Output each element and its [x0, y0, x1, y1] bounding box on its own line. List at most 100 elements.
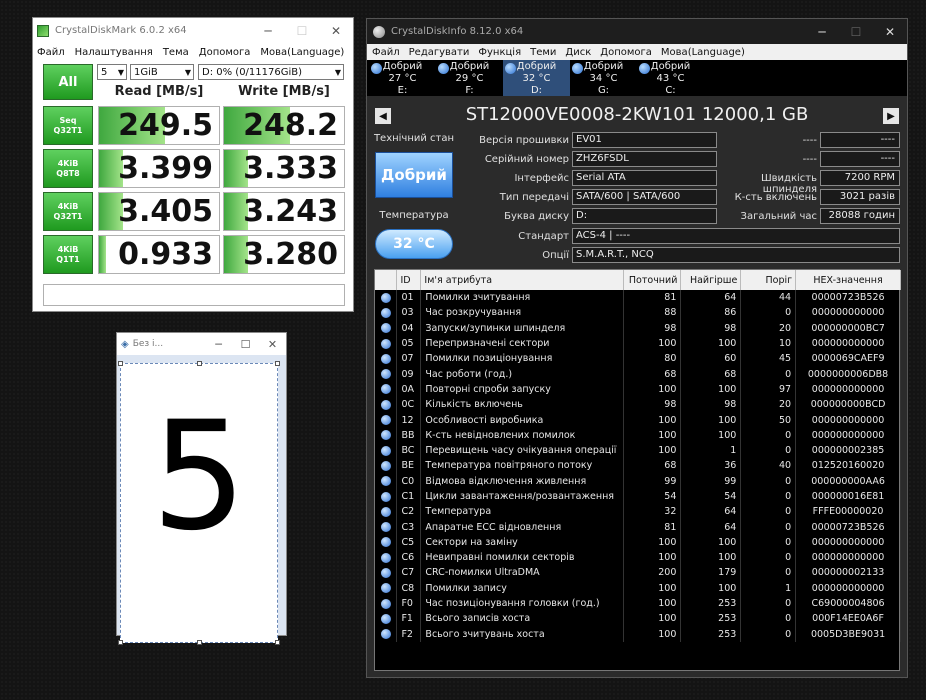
smart-row[interactable]: BC Перевищень часу очікування операції 100…: [375, 442, 901, 459]
cdm-comment-field[interactable]: [43, 284, 345, 306]
attr-id: C3: [396, 519, 422, 535]
smart-row[interactable]: 09 Час роботи (год.) 68 68 0 0000000006DB8: [375, 366, 901, 382]
smart-row[interactable]: F1 Всього записів хоста 100 253 0 000F14EE0A6…: [375, 611, 901, 627]
test-label-queue: Q32T1: [53, 125, 83, 135]
test-button[interactable]: 4KiB Q32T1: [43, 192, 93, 231]
status-good-icon: [380, 567, 391, 578]
smart-row[interactable]: 05 Перепризначені сектори 100 100 10 00000000…: [375, 335, 901, 352]
smart-row[interactable]: C2 Температура 32 64 0 FFFE00000020: [375, 504, 901, 520]
menu-file[interactable]: Файл: [372, 47, 400, 58]
smart-row[interactable]: 04 Запуски/зупинки шпинделя 98 98 20 00000000…: [375, 320, 901, 336]
resize-handle[interactable]: [197, 361, 202, 366]
resize-handle[interactable]: [275, 640, 280, 645]
attr-current: 68: [623, 366, 682, 382]
resize-handle[interactable]: [118, 640, 123, 645]
attr-raw-hex: 000000000000: [795, 580, 901, 596]
resize-handle[interactable]: [275, 361, 280, 366]
minimize-icon[interactable]: ─: [251, 18, 285, 43]
paint-canvas[interactable]: 5: [118, 361, 280, 645]
smart-row[interactable]: BE Температура повітряного потоку 68 36 40 01…: [375, 458, 901, 474]
drive-selector-bar: Добрий 27 °C E: Добрий 29 °C F: Добрий 3…: [367, 60, 907, 96]
next-disk-arrow-icon[interactable]: ▶: [883, 108, 899, 124]
interface-field: Serial ATA: [572, 170, 717, 186]
attr-name: Відмова відключення живлення: [420, 473, 625, 489]
attr-threshold: 0: [740, 442, 797, 459]
close-icon[interactable]: ✕: [319, 18, 353, 43]
smart-row[interactable]: F2 Всього зчитувань хоста 100 253 0 0005D3BE9…: [375, 626, 901, 642]
attr-worst: 64: [680, 519, 742, 535]
menu-edit[interactable]: Редагувати: [409, 47, 470, 58]
smart-row[interactable]: 0A Повторні спроби запуску 100 100 97 0000000…: [375, 381, 901, 398]
drive-button-e[interactable]: Добрий 27 °C E:: [369, 60, 436, 96]
features-field: S.M.A.R.T., NCQ: [572, 247, 900, 263]
drive-button-c[interactable]: Добрий 43 °C C:: [637, 60, 704, 96]
menu-language[interactable]: Мова(Language): [260, 47, 344, 58]
attr-worst: 60: [680, 351, 742, 367]
attr-id: C1: [396, 488, 422, 505]
test-size-select[interactable]: 1GiB ▼: [130, 64, 194, 80]
menu-help[interactable]: Допомога: [600, 47, 652, 58]
cdi-titlebar[interactable]: CrystalDiskInfo 8.12.0 x64 ─ ☐ ✕: [367, 19, 907, 44]
maximize-icon[interactable]: ☐: [232, 333, 259, 355]
smart-row[interactable]: 12 Особливості виробника 100 100 50 000000000…: [375, 412, 901, 428]
smart-row[interactable]: C3 Апаратне ECC відновлення 81 64 0 00000723B…: [375, 519, 901, 535]
menu-function[interactable]: Функція: [478, 47, 521, 58]
close-icon[interactable]: ✕: [873, 19, 907, 44]
cdm-titlebar[interactable]: CrystalDiskMark 6.0.2 x64 ─ ☐ ✕: [33, 18, 353, 43]
read-result: 3.405: [98, 192, 220, 231]
crystaldiskinfo-app-icon: [373, 25, 385, 38]
smart-row[interactable]: 0C Кількість включень 98 98 20 000000000BCD: [375, 397, 901, 413]
smart-attributes-table[interactable]: ID Ім'я атрибута Поточний Найгірше Поріг…: [374, 269, 901, 671]
menu-settings[interactable]: Налаштування: [75, 47, 153, 58]
previous-disk-arrow-icon[interactable]: ◀: [375, 108, 391, 124]
resize-handle[interactable]: [118, 361, 123, 366]
smart-row[interactable]: C5 Сектори на заміну 100 100 0 000000000000: [375, 534, 901, 551]
minimize-icon[interactable]: ─: [805, 19, 839, 44]
smart-row[interactable]: C0 Відмова відключення живлення 99 99 0 00000…: [375, 473, 901, 489]
test-button[interactable]: 4KiB Q1T1: [43, 235, 93, 274]
smart-row[interactable]: 03 Час розкручування 88 86 0 000000000000: [375, 305, 901, 321]
header-worst[interactable]: Найгірше: [680, 270, 742, 290]
menu-theme[interactable]: Теми: [530, 47, 556, 58]
smart-row[interactable]: C8 Помилки запису 100 100 1 000000000000: [375, 580, 901, 596]
drive-temp: 43 °C: [656, 73, 685, 84]
health-status-button[interactable]: Добрий: [375, 152, 453, 198]
status-good-icon: [380, 338, 391, 349]
menu-language[interactable]: Мова(Language): [661, 47, 745, 58]
attr-worst: 99: [680, 473, 742, 489]
close-icon[interactable]: ✕: [259, 333, 286, 355]
smart-row[interactable]: BB К-сть невідновлених помилок 100 100 0 0000…: [375, 427, 901, 443]
minimize-icon[interactable]: ─: [205, 333, 232, 355]
smart-row[interactable]: F0 Час позиціонування головки (год.) 100 25…: [375, 595, 901, 612]
menu-theme[interactable]: Тема: [163, 47, 189, 58]
test-button[interactable]: Seq Q32T1: [43, 106, 93, 145]
run-all-button[interactable]: All: [43, 64, 93, 100]
test-button[interactable]: 4KiB Q8T8: [43, 149, 93, 188]
menu-disk[interactable]: Диск: [565, 47, 591, 58]
smart-row[interactable]: 01 Помилки зчитування 81 64 44 00000723B526: [375, 290, 901, 306]
header-status[interactable]: [375, 270, 398, 290]
header-id[interactable]: ID: [396, 270, 422, 290]
paint-titlebar[interactable]: ◈ Без і... ─ ☐ ✕: [117, 333, 286, 355]
menu-help[interactable]: Допомога: [199, 47, 251, 58]
drive-button-f[interactable]: Добрий 29 °C F:: [436, 60, 503, 96]
resize-handle[interactable]: [197, 640, 202, 645]
status-good-icon: [380, 307, 391, 318]
smart-row[interactable]: 07 Помилки позиціонування 80 60 45 0000069CAE…: [375, 351, 901, 367]
drive-select[interactable]: D: 0% (0/11176GiB) ▼: [198, 64, 344, 80]
header-threshold[interactable]: Поріг: [740, 270, 797, 290]
drive-button-g[interactable]: Добрий 34 °C G:: [570, 60, 637, 96]
test-count-select[interactable]: 5 ▼: [97, 64, 127, 80]
menu-file[interactable]: Файл: [37, 47, 65, 58]
status-good-icon: [380, 583, 391, 594]
smart-row[interactable]: C1 Цикли завантаження/розвантаження 54 54 0 0…: [375, 488, 901, 505]
test-label-queue: Q8T8: [56, 168, 80, 178]
drive-button-d[interactable]: Добрий 32 °C D:: [503, 60, 570, 96]
smart-row[interactable]: C7 CRC-помилки UltraDMA 200 179 0 00000000213…: [375, 565, 901, 581]
header-attribute-name[interactable]: Ім'я атрибута: [420, 270, 625, 290]
smart-row[interactable]: C6 Невиправні помилки секторів 100 100 0 0000…: [375, 550, 901, 566]
blank-field-2: ----: [820, 151, 900, 167]
attr-worst: 68: [680, 366, 742, 382]
header-raw-hex[interactable]: HEX-значення: [795, 270, 901, 290]
header-current[interactable]: Поточний: [623, 270, 682, 290]
